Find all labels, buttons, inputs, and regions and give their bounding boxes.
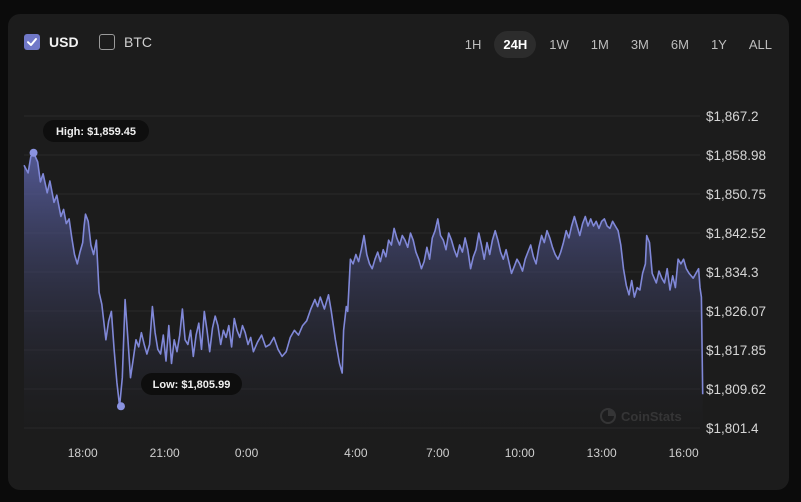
y-tick-label: $1,826.07 <box>706 304 766 319</box>
x-tick-label: 18:00 <box>68 446 98 460</box>
x-tick-label: 7:00 <box>426 446 450 460</box>
x-tick-label: 0:00 <box>235 446 259 460</box>
x-tick-label: 21:00 <box>150 446 180 460</box>
y-tick-label: $1,842.52 <box>706 226 766 241</box>
price-chart: $1,867.2 $1,858.98 $1,850.75 $1,842.52 $1,83… <box>23 109 766 460</box>
low-dot <box>116 402 125 411</box>
y-tick-label: $1,834.3 <box>706 265 759 280</box>
x-axis: 18:00 21:00 0:00 4:00 7:00 10:00 13:00 16:00 <box>68 446 699 460</box>
x-tick-label: 13:00 <box>587 446 617 460</box>
y-axis: $1,867.2 $1,858.98 $1,850.75 $1,842.52 $1,83… <box>706 109 766 436</box>
y-tick-label: $1,867.2 <box>706 109 759 124</box>
x-tick-label: 4:00 <box>344 446 368 460</box>
x-tick-label: 16:00 <box>669 446 699 460</box>
y-tick-label: $1,858.98 <box>706 148 766 163</box>
high-dot <box>29 148 38 157</box>
low-label: Low: $1,805.99 <box>153 379 231 391</box>
y-tick-label: $1,817.85 <box>706 343 766 358</box>
high-label: High: $1,859.45 <box>56 126 136 138</box>
y-tick-label: $1,809.62 <box>706 382 766 397</box>
x-tick-label: 10:00 <box>505 446 535 460</box>
y-tick-label: $1,850.75 <box>706 187 766 202</box>
y-tick-label: $1,801.4 <box>706 421 759 436</box>
price-area <box>24 152 703 438</box>
